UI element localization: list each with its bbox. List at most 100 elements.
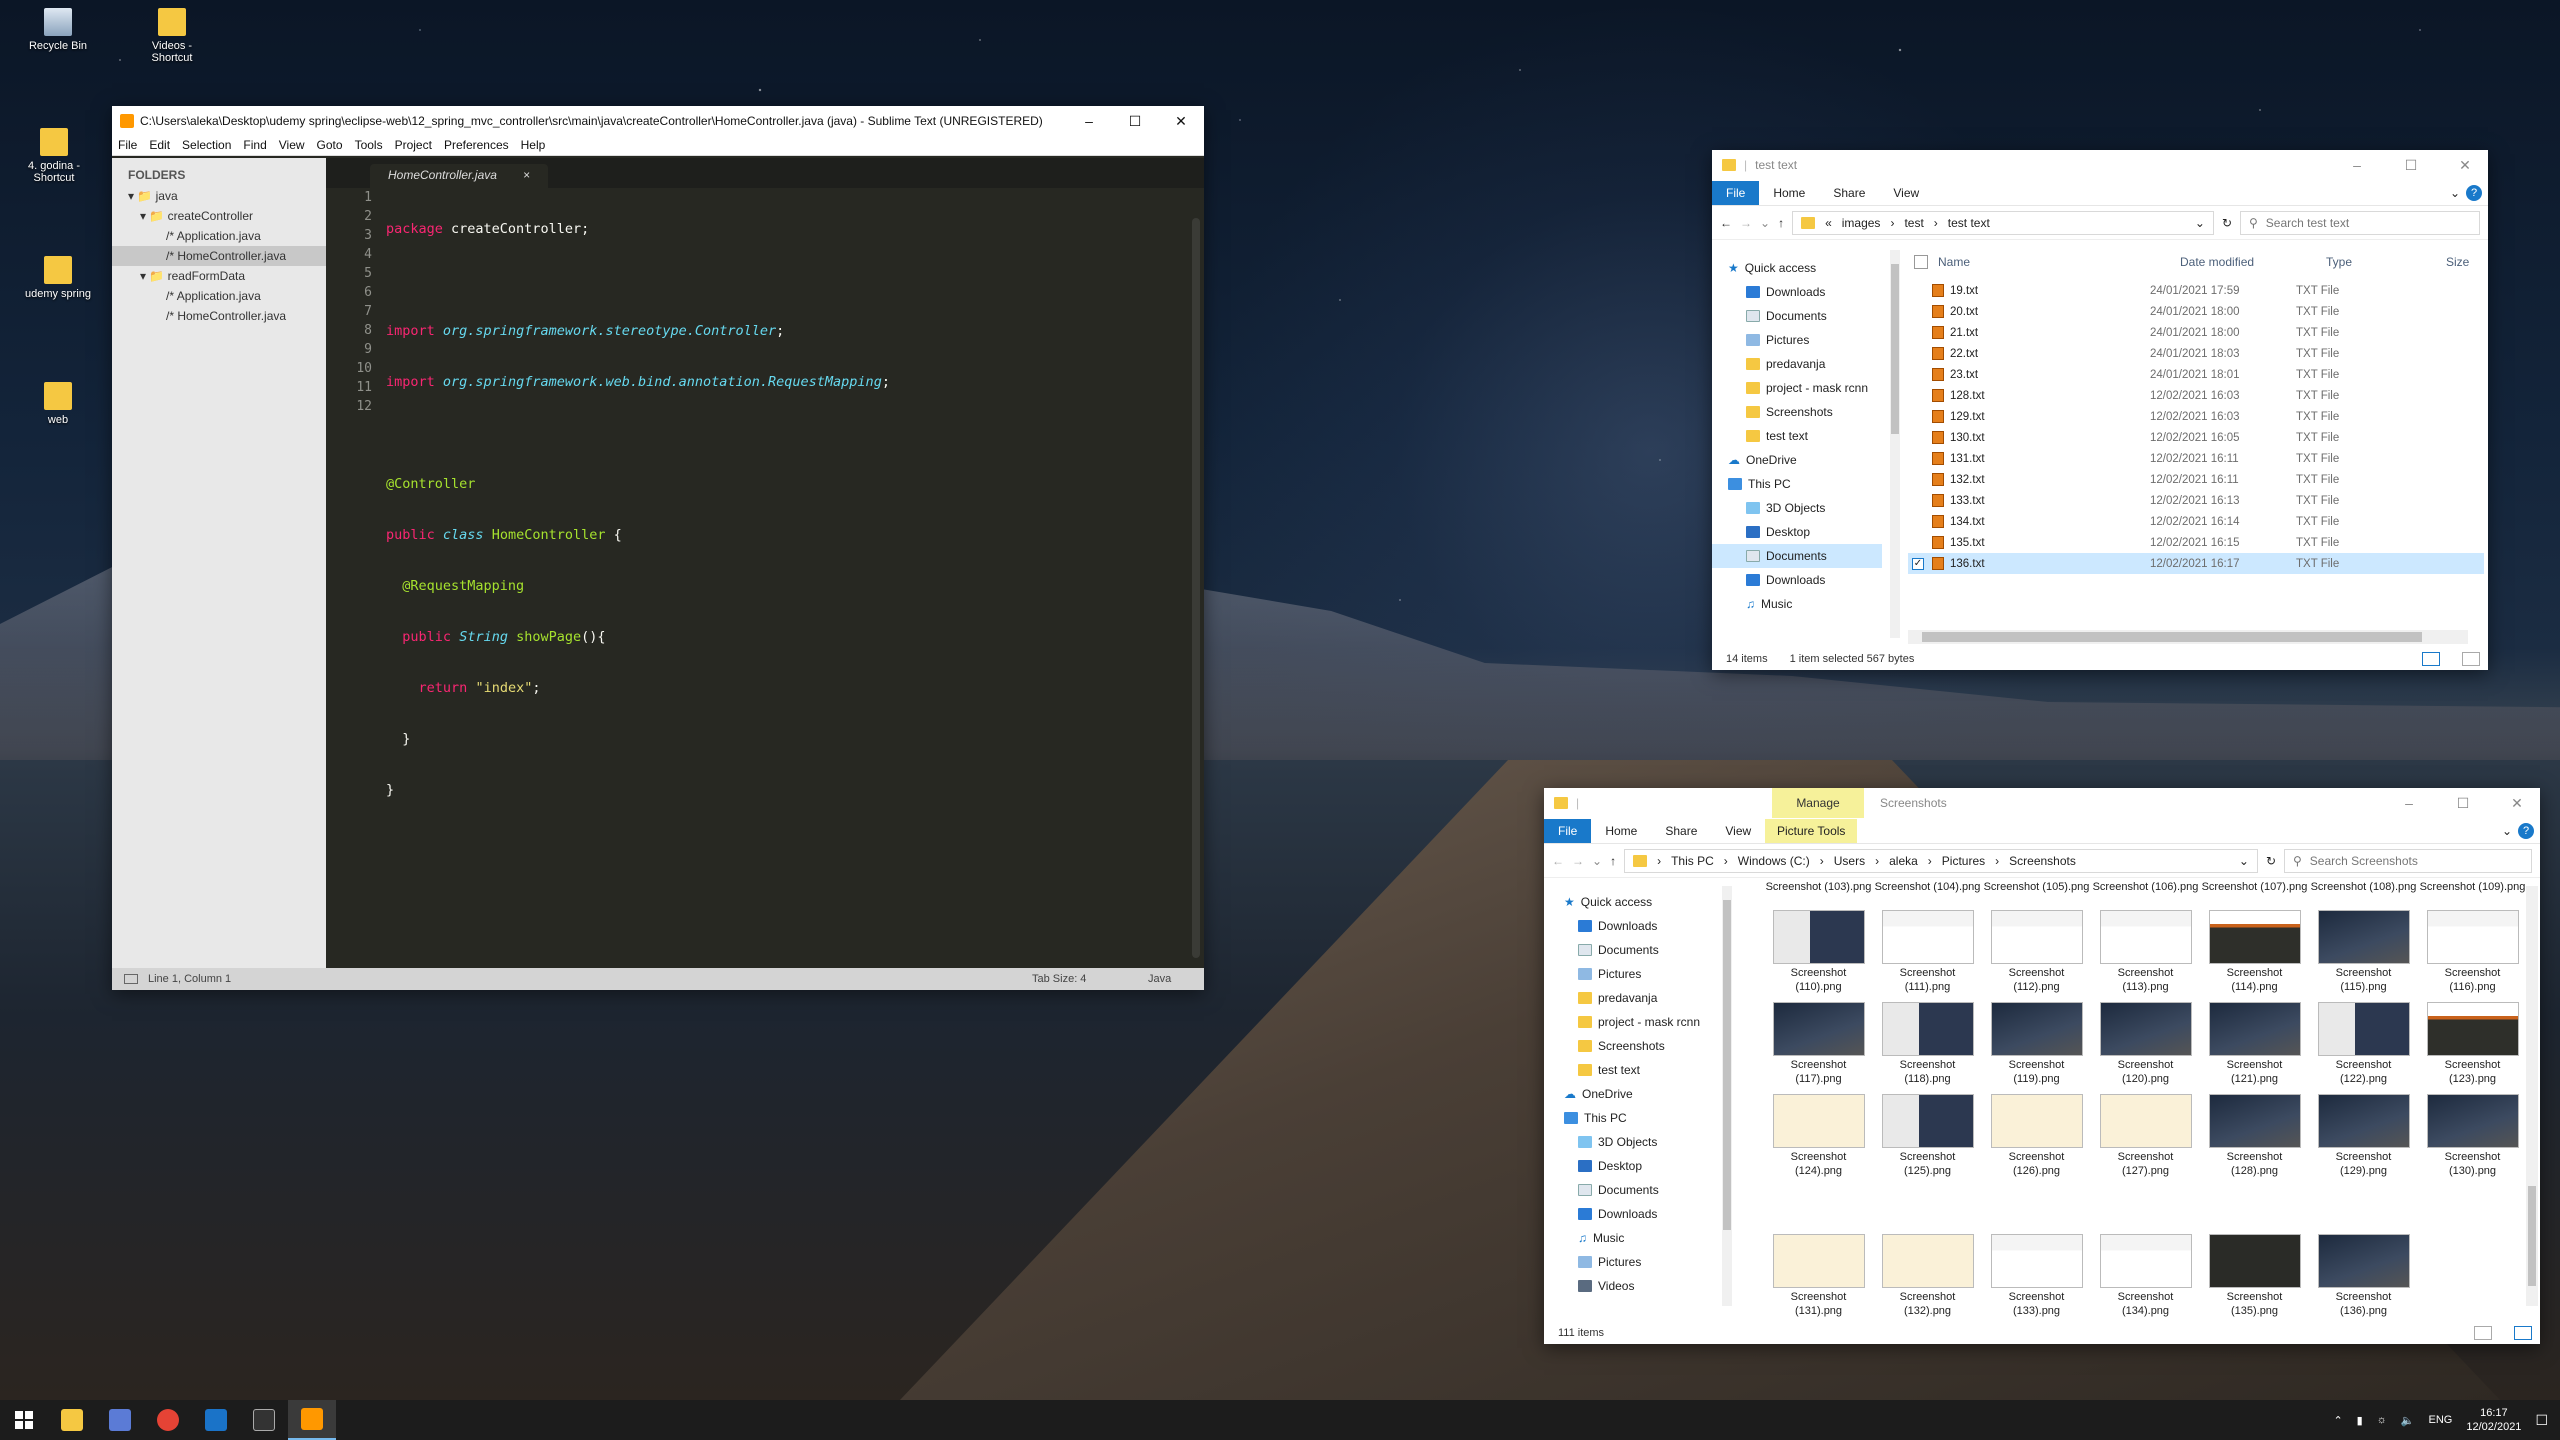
- file-row[interactable]: 19.txt 24/01/2021 17:59 TXT File: [1908, 280, 2484, 301]
- menu-project[interactable]: Project: [389, 136, 438, 155]
- breadcrumb-screenshots[interactable]: Screenshots: [2009, 854, 2076, 868]
- desktop-icon-web[interactable]: web: [18, 382, 98, 426]
- nav-documents-pc[interactable]: Documents: [1544, 1178, 1714, 1202]
- thumbnail-item[interactable]: Screenshot (126).png: [1982, 1094, 2091, 1186]
- tab-share[interactable]: Share: [1651, 819, 1711, 843]
- address-dropdown-icon[interactable]: ⌄: [2239, 854, 2249, 868]
- row-checkbox[interactable]: ✓: [1912, 557, 1924, 570]
- code-editor[interactable]: HomeController.java × 1 2 3 4 5 6 7 8 9 …: [326, 158, 1204, 968]
- tree-file-homecontroller-2[interactable]: /* HomeController.java: [112, 306, 326, 326]
- nav-quick-access[interactable]: ★ Quick access: [1712, 256, 1882, 280]
- thumbnail-item[interactable]: Screenshot (111).png: [1873, 910, 1982, 1002]
- breadcrumb-test[interactable]: test: [1904, 216, 1923, 230]
- thumb-caption[interactable]: Screenshot (109).png: [2418, 880, 2527, 894]
- help-icon[interactable]: ?: [2518, 822, 2534, 839]
- recent-chevron-icon[interactable]: ⌄: [1760, 216, 1770, 230]
- menu-help[interactable]: Help: [515, 136, 552, 155]
- thumbnail-item[interactable]: Screenshot (125).png: [1873, 1094, 1982, 1186]
- menu-preferences[interactable]: Preferences: [438, 136, 515, 155]
- menu-selection[interactable]: Selection: [176, 136, 237, 155]
- taskbar-app-4[interactable]: [192, 1400, 240, 1440]
- taskbar-terminal[interactable]: [240, 1400, 288, 1440]
- tree-file-application[interactable]: /* Application.java: [112, 226, 326, 246]
- thumbnail-item[interactable]: Screenshot (134).png: [2091, 1186, 2200, 1318]
- nav-test-text[interactable]: test text: [1712, 424, 1882, 448]
- thumbnail-item[interactable]: Screenshot (117).png: [1764, 1002, 1873, 1094]
- nav-downloads-pc[interactable]: Downloads: [1544, 1202, 1714, 1226]
- thumbnail-item[interactable]: Screenshot (135).png: [2200, 1186, 2309, 1318]
- thumbnail-item[interactable]: Screenshot (115).png: [2309, 910, 2418, 1002]
- nav-screenshots[interactable]: Screenshots: [1712, 400, 1882, 424]
- desktop-icon-videos[interactable]: Videos - Shortcut: [132, 8, 212, 64]
- sublime-titlebar[interactable]: C:\Users\aleka\Desktop\udemy spring\ecli…: [112, 106, 1204, 136]
- menu-view[interactable]: View: [273, 136, 311, 155]
- nav-this-pc[interactable]: This PC: [1712, 472, 1882, 496]
- file-row[interactable]: 129.txt 12/02/2021 16:03 TXT File: [1908, 406, 2484, 427]
- nav-predavanja[interactable]: predavanja: [1544, 986, 1714, 1010]
- thumbnail-item[interactable]: Screenshot (113).png: [2091, 910, 2200, 1002]
- menu-edit[interactable]: Edit: [143, 136, 176, 155]
- menu-tools[interactable]: Tools: [349, 136, 389, 155]
- desktop-icon-recycle-bin[interactable]: Recycle Bin: [18, 8, 98, 52]
- back-arrow-icon[interactable]: ←: [1720, 216, 1732, 230]
- breadcrumb-test-text[interactable]: test text: [1948, 216, 1990, 230]
- nav-downloads[interactable]: Downloads: [1544, 914, 1714, 938]
- volume-icon[interactable]: 🔈: [2401, 1414, 2415, 1427]
- thumbnail-item[interactable]: Screenshot (110).png: [1764, 910, 1873, 1002]
- breadcrumb-aleka[interactable]: aleka: [1889, 854, 1918, 868]
- nav-3d-objects[interactable]: 3D Objects: [1544, 1130, 1714, 1154]
- details-view-icon[interactable]: [2422, 652, 2440, 666]
- file-row[interactable]: 132.txt 12/02/2021 16:11 TXT File: [1908, 469, 2484, 490]
- large-icons-view-icon[interactable]: [2462, 652, 2480, 666]
- thumb-caption[interactable]: Screenshot (108).png: [2309, 880, 2418, 894]
- large-icons-view-icon[interactable]: [2514, 1326, 2532, 1340]
- nav-screenshots[interactable]: Screenshots: [1544, 1034, 1714, 1058]
- network-icon[interactable]: ☼: [2377, 1414, 2387, 1426]
- thumbnail-item[interactable]: Screenshot (129).png: [2309, 1094, 2418, 1186]
- thumbnail-item[interactable]: Screenshot (118).png: [1873, 1002, 1982, 1094]
- tab-home[interactable]: Home: [1591, 819, 1651, 843]
- column-header-size[interactable]: Size: [2446, 255, 2469, 269]
- thumbnail-item[interactable]: Screenshot (136).png: [2309, 1186, 2418, 1318]
- content-scrollbar[interactable]: [2526, 886, 2538, 1306]
- file-row[interactable]: ✓ 136.txt 12/02/2021 16:17 TXT File: [1908, 553, 2484, 574]
- up-arrow-icon[interactable]: ↑: [1610, 854, 1616, 868]
- horizontal-scrollbar[interactable]: [1908, 630, 2468, 644]
- explorer-titlebar[interactable]: | Manage Screenshots – ☐ ✕: [1544, 788, 2540, 818]
- forward-arrow-icon[interactable]: →: [1572, 854, 1584, 868]
- nav-onedrive[interactable]: ☁ OneDrive: [1712, 448, 1882, 472]
- file-row[interactable]: 135.txt 12/02/2021 16:15 TXT File: [1908, 532, 2484, 553]
- refresh-icon[interactable]: ↻: [2222, 216, 2232, 230]
- nav-desktop[interactable]: Desktop: [1712, 520, 1882, 544]
- thumb-caption[interactable]: Screenshot (107).png: [2200, 880, 2309, 894]
- help-icon[interactable]: ?: [2466, 184, 2482, 201]
- thumbnail-item[interactable]: Screenshot (120).png: [2091, 1002, 2200, 1094]
- nav-documents[interactable]: Documents: [1712, 304, 1882, 328]
- editor-scrollbar[interactable]: [1192, 218, 1200, 958]
- syntax-mode[interactable]: Java: [1148, 973, 1204, 985]
- maximize-button[interactable]: ☐: [1112, 113, 1158, 130]
- thumbnail-item[interactable]: Screenshot (132).png: [1873, 1186, 1982, 1318]
- nav-downloads[interactable]: Downloads: [1712, 280, 1882, 304]
- nav-downloads-pc[interactable]: Downloads: [1712, 568, 1882, 592]
- nav-music[interactable]: ♫ Music: [1544, 1226, 1714, 1250]
- search-box[interactable]: ⚲ Search test text: [2240, 210, 2480, 235]
- nav-project-mask-rcnn[interactable]: project - mask rcnn: [1712, 376, 1882, 400]
- nav-predavanja[interactable]: predavanja: [1712, 352, 1882, 376]
- file-row[interactable]: 20.txt 24/01/2021 18:00 TXT File: [1908, 301, 2484, 322]
- nav-documents-pc[interactable]: Documents: [1712, 544, 1882, 568]
- tree-folder-createcontroller[interactable]: ▾ 📁 createController: [112, 206, 326, 226]
- file-row[interactable]: 22.txt 24/01/2021 18:03 TXT File: [1908, 343, 2484, 364]
- thumbnail-item[interactable]: Screenshot (114).png: [2200, 910, 2309, 1002]
- tree-folder-readformdata[interactable]: ▾ 📁 readFormData: [112, 266, 326, 286]
- back-arrow-icon[interactable]: ←: [1552, 854, 1564, 868]
- tab-file[interactable]: File: [1712, 180, 1760, 205]
- nav-desktop[interactable]: Desktop: [1544, 1154, 1714, 1178]
- tab-share[interactable]: Share: [1819, 181, 1879, 205]
- file-row[interactable]: 23.txt 24/01/2021 18:01 TXT File: [1908, 364, 2484, 385]
- up-arrow-icon[interactable]: ↑: [1778, 216, 1784, 230]
- tab-view[interactable]: View: [1711, 819, 1765, 843]
- nav-documents[interactable]: Documents: [1544, 938, 1714, 962]
- thumbnail-item[interactable]: Screenshot (130).png: [2418, 1094, 2527, 1186]
- file-row[interactable]: 131.txt 12/02/2021 16:11 TXT File: [1908, 448, 2484, 469]
